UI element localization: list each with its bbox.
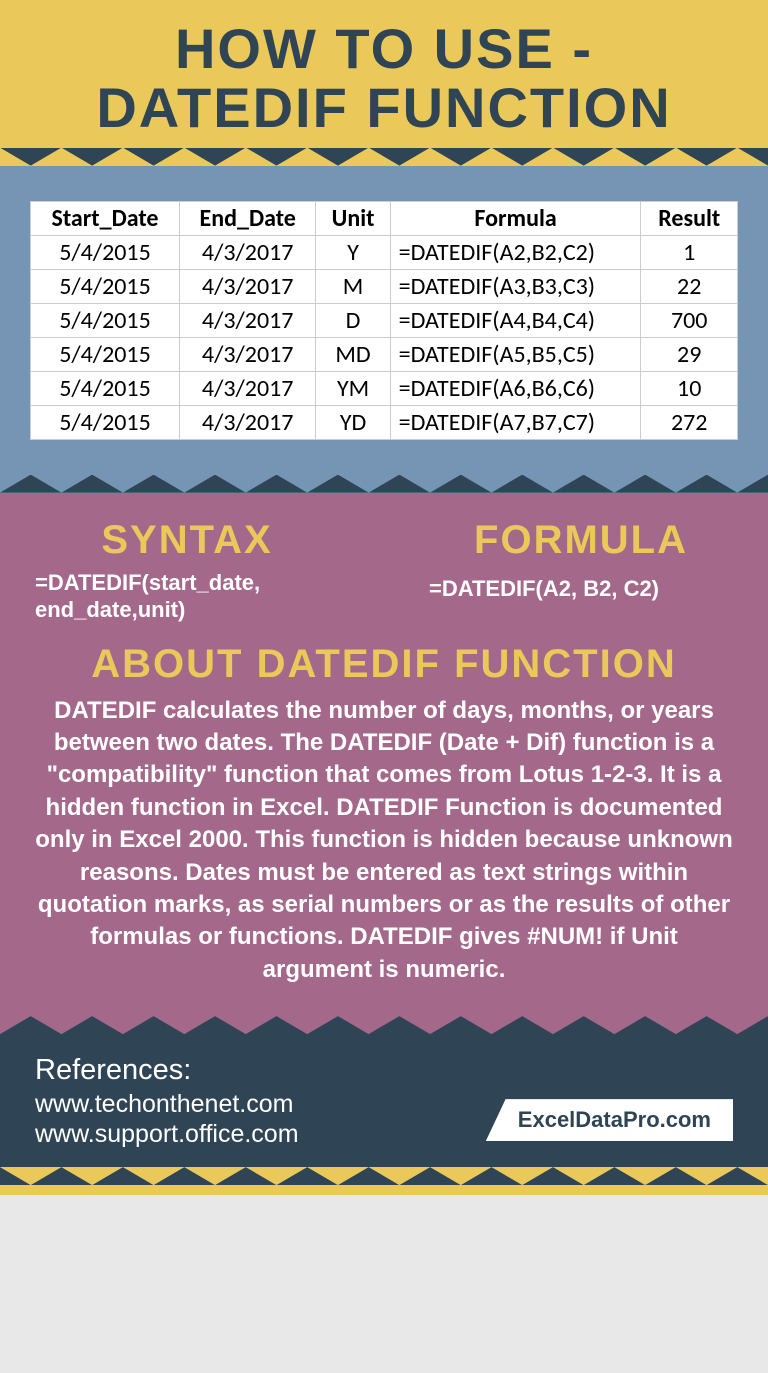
table-row: 5/4/2015 4/3/2017 YM =DATEDIF(A6,B6,C6) … bbox=[31, 371, 738, 405]
cell-formula: =DATEDIF(A4,B4,C4) bbox=[390, 303, 641, 337]
divider-zigzag bbox=[0, 1016, 768, 1034]
cell-end: 4/3/2017 bbox=[179, 337, 316, 371]
table-row: 5/4/2015 4/3/2017 MD =DATEDIF(A5,B5,C5) … bbox=[31, 337, 738, 371]
divider-zigzag bbox=[0, 148, 768, 166]
infographic-container: HOW TO USE - DATEDIF FUNCTION Start_Date… bbox=[0, 0, 768, 1195]
cell-end: 4/3/2017 bbox=[179, 269, 316, 303]
cell-end: 4/3/2017 bbox=[179, 405, 316, 439]
formula-block: FORMULA =DATEDIF(A2, B2, C2) bbox=[369, 518, 733, 624]
th-start-date: Start_Date bbox=[31, 201, 180, 235]
title-line1: HOW TO USE - bbox=[175, 17, 593, 80]
cell-start: 5/4/2015 bbox=[31, 405, 180, 439]
references-title: References: bbox=[35, 1054, 299, 1087]
cell-unit: YM bbox=[316, 371, 390, 405]
cell-end: 4/3/2017 bbox=[179, 371, 316, 405]
reference-link-2: www.support.office.com bbox=[35, 1119, 299, 1149]
table-header-row: Start_Date End_Date Unit Formula Result bbox=[31, 201, 738, 235]
cell-unit: D bbox=[316, 303, 390, 337]
about-heading: ABOUT DATEDIF FUNCTION bbox=[35, 642, 733, 687]
cell-result: 700 bbox=[641, 303, 738, 337]
syntax-formula-row: SYNTAX =DATEDIF(start_date, end_date,uni… bbox=[35, 518, 733, 624]
syntax-block: SYNTAX =DATEDIF(start_date, end_date,uni… bbox=[35, 518, 339, 624]
cell-formula: =DATEDIF(A7,B7,C7) bbox=[390, 405, 641, 439]
formula-text: =DATEDIF(A2, B2, C2) bbox=[429, 575, 733, 603]
cell-start: 5/4/2015 bbox=[31, 337, 180, 371]
cell-formula: =DATEDIF(A6,B6,C6) bbox=[390, 371, 641, 405]
datedif-example-table: Start_Date End_Date Unit Formula Result … bbox=[30, 201, 738, 440]
cell-end: 4/3/2017 bbox=[179, 303, 316, 337]
cell-result: 1 bbox=[641, 235, 738, 269]
cell-start: 5/4/2015 bbox=[31, 371, 180, 405]
th-end-date: End_Date bbox=[179, 201, 316, 235]
cell-unit: MD bbox=[316, 337, 390, 371]
syntax-text: =DATEDIF(start_date, end_date,unit) bbox=[35, 569, 339, 624]
cell-unit: M bbox=[316, 269, 390, 303]
cell-start: 5/4/2015 bbox=[31, 303, 180, 337]
cell-unit: Y bbox=[316, 235, 390, 269]
syntax-heading: SYNTAX bbox=[35, 518, 339, 563]
cell-result: 10 bbox=[641, 371, 738, 405]
footer: References: www.techonthenet.com www.sup… bbox=[0, 1034, 768, 1167]
cell-formula: =DATEDIF(A5,B5,C5) bbox=[390, 337, 641, 371]
th-unit: Unit bbox=[316, 201, 390, 235]
cell-unit: YD bbox=[316, 405, 390, 439]
cell-result: 29 bbox=[641, 337, 738, 371]
cell-formula: =DATEDIF(A2,B2,C2) bbox=[390, 235, 641, 269]
cell-start: 5/4/2015 bbox=[31, 235, 180, 269]
references-block: References: www.techonthenet.com www.sup… bbox=[35, 1054, 299, 1149]
formula-heading: FORMULA bbox=[429, 518, 733, 563]
cell-start: 5/4/2015 bbox=[31, 269, 180, 303]
reference-link-1: www.techonthenet.com bbox=[35, 1089, 299, 1119]
th-result: Result bbox=[641, 201, 738, 235]
brand-ribbon: ExcelDataPro.com bbox=[486, 1099, 733, 1141]
header: HOW TO USE - DATEDIF FUNCTION bbox=[0, 0, 768, 148]
th-formula: Formula bbox=[390, 201, 641, 235]
title-line2: DATEDIF FUNCTION bbox=[96, 76, 671, 139]
table-section: Start_Date End_Date Unit Formula Result … bbox=[0, 166, 768, 475]
cell-formula: =DATEDIF(A3,B3,C3) bbox=[390, 269, 641, 303]
table-row: 5/4/2015 4/3/2017 YD =DATEDIF(A7,B7,C7) … bbox=[31, 405, 738, 439]
footer-strip bbox=[0, 1185, 768, 1195]
cell-result: 272 bbox=[641, 405, 738, 439]
about-text: DATEDIF calculates the number of days, m… bbox=[35, 695, 733, 987]
page-title: HOW TO USE - DATEDIF FUNCTION bbox=[30, 20, 738, 138]
cell-result: 22 bbox=[641, 269, 738, 303]
divider-zigzag bbox=[0, 475, 768, 493]
table-row: 5/4/2015 4/3/2017 D =DATEDIF(A4,B4,C4) 7… bbox=[31, 303, 738, 337]
table-row: 5/4/2015 4/3/2017 Y =DATEDIF(A2,B2,C2) 1 bbox=[31, 235, 738, 269]
divider-zigzag bbox=[0, 1167, 768, 1185]
info-section: SYNTAX =DATEDIF(start_date, end_date,uni… bbox=[0, 493, 768, 1017]
cell-end: 4/3/2017 bbox=[179, 235, 316, 269]
table-row: 5/4/2015 4/3/2017 M =DATEDIF(A3,B3,C3) 2… bbox=[31, 269, 738, 303]
